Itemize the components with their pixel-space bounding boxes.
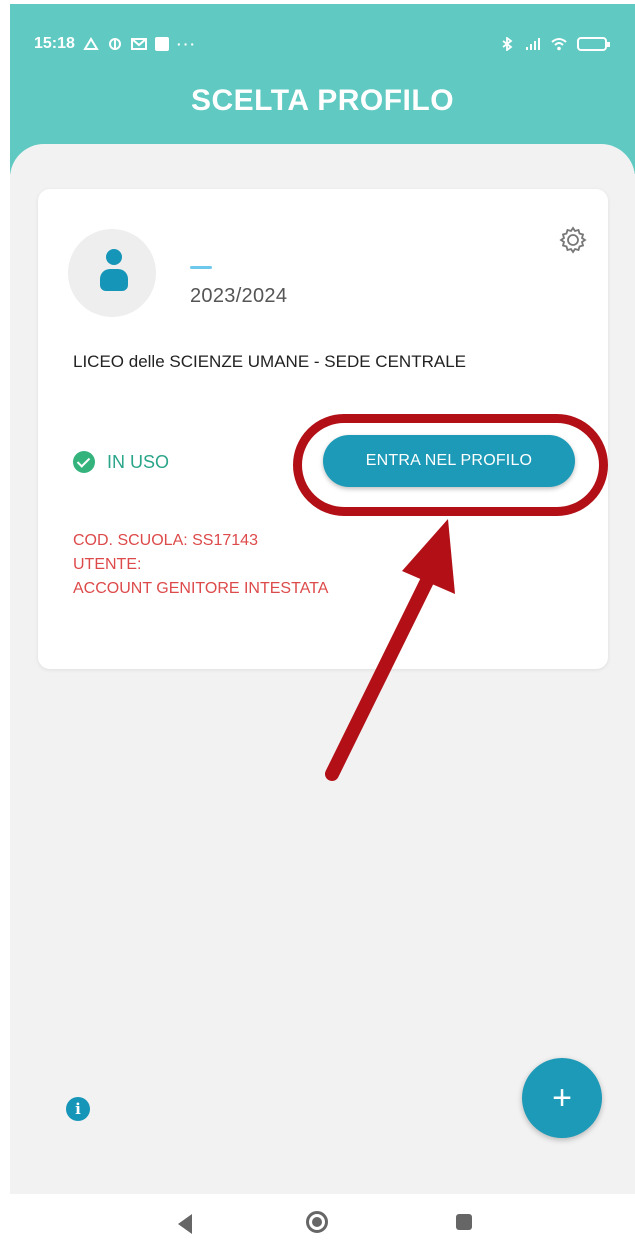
status-right [499,37,610,51]
add-profile-button[interactable]: + [522,1058,602,1138]
status-bar: 15:18 ··· [34,32,610,56]
status-left: 15:18 ··· [34,35,197,53]
wifi-icon [551,38,567,51]
check-circle-icon [73,451,95,473]
info-icon[interactable]: i [66,1097,90,1121]
profile-details: COD. SCUOLA: SS17143 UTENTE: ACCOUNT GEN… [73,529,328,601]
status-time: 15:18 [34,35,75,52]
signal-icon [526,38,540,50]
recent-apps-icon[interactable] [456,1214,472,1230]
square-notification-icon [154,37,169,51]
app-screen: 15:18 ··· SCELTA PROFILO 2023/2024 LICEO… [10,4,635,1194]
home-icon[interactable] [306,1211,328,1233]
account-type: ACCOUNT GENITORE INTESTATA [73,580,329,597]
more-notifications-icon: ··· [176,36,197,52]
status-badge: IN USO [73,451,169,473]
back-icon[interactable] [178,1214,192,1234]
enter-profile-button[interactable]: ENTRA NEL PROFILO [323,435,575,487]
user-icon-body [100,269,128,291]
app-notification-icon [108,38,121,50]
gear-icon[interactable] [558,225,588,255]
notification-icon [83,37,99,50]
avatar [68,229,156,317]
profile-name [190,266,212,269]
system-nav-bar [0,1194,635,1256]
battery-icon [577,37,610,51]
user-label: UTENTE: [73,556,142,573]
profile-card[interactable]: 2023/2024 LICEO delle SCIENZE UMANE - SE… [38,189,608,669]
page-title: SCELTA PROFILO [190,84,455,117]
mail-icon [130,38,147,50]
school-year: 2023/2024 [190,285,288,307]
bluetooth-icon [502,37,513,51]
user-icon [106,249,122,265]
status-label: IN USO [107,451,170,472]
school-code: COD. SCUOLA: SS17143 [73,532,258,549]
school-name: LICEO delle SCIENZE UMANE - SEDE CENTRAL… [73,352,466,371]
